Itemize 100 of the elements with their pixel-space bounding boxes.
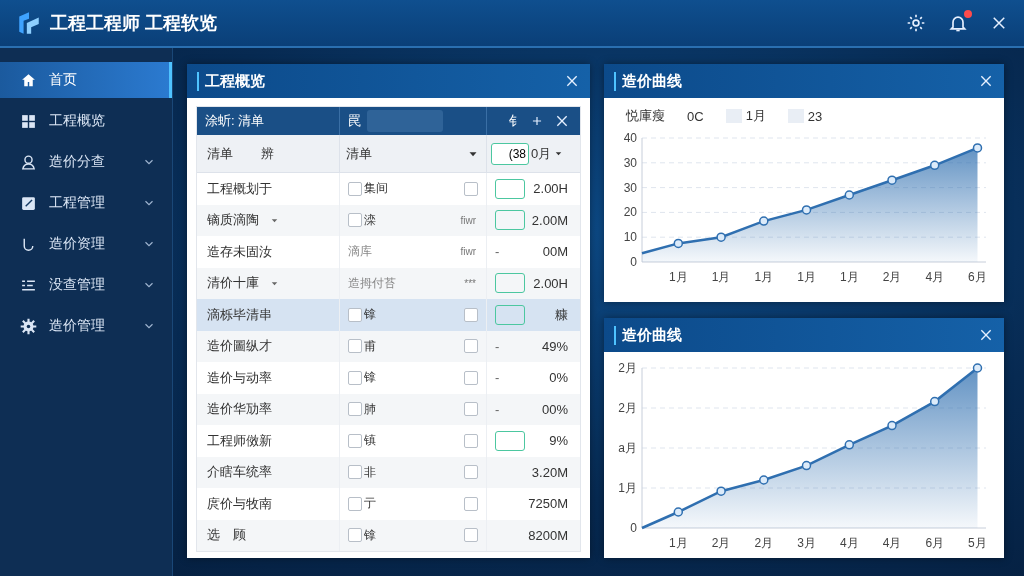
checkbox[interactable] — [464, 402, 478, 417]
checkbox[interactable] — [348, 181, 362, 196]
table-row[interactable]: 清价十庫 造拇付苔 *** 2.00H — [197, 267, 580, 299]
bell-icon — [948, 13, 968, 33]
app-title: 工程工程师 工程软览 — [50, 12, 217, 35]
table-cell: 2.00H — [533, 181, 568, 197]
table-cell: - — [495, 244, 500, 260]
checkbox[interactable] — [464, 528, 478, 543]
table-cell: 镎 — [364, 306, 376, 324]
table-cell: 00% — [541, 401, 568, 417]
table-cell: - — [495, 401, 500, 417]
filter-field[interactable]: (38 — [491, 142, 529, 165]
axis-tick-label: 1月 — [754, 270, 774, 284]
axis-tick-label: 2月 — [754, 536, 774, 550]
table-row[interactable]: 选 顾 镎 8200M — [197, 519, 580, 551]
legend-label: 1月 — [745, 107, 766, 125]
table-cell: fiwr — [460, 246, 476, 258]
filter-label: 清单 — [207, 144, 233, 163]
table-cell: 亍 — [364, 495, 376, 513]
nav-item[interactable]: 工程管理 — [0, 185, 172, 221]
axis-tick-label: 4月 — [882, 536, 902, 550]
checkbox[interactable] — [464, 181, 478, 196]
checkbox[interactable] — [348, 496, 362, 511]
nav-item[interactable]: 造价资理 — [0, 226, 172, 262]
table-cell: 滴库 — [348, 243, 372, 261]
legend-label: 23 — [807, 108, 823, 124]
panel-title: 造价曲线 — [614, 71, 682, 91]
axis-tick-label: 30 — [623, 155, 637, 170]
table-cell: 造价华劢率 — [207, 400, 272, 419]
checkbox[interactable] — [348, 339, 362, 354]
checkbox[interactable] — [464, 307, 478, 322]
axis-tick-label: 0 — [630, 255, 637, 269]
nav-item[interactable]: 造价分查 — [0, 144, 172, 180]
checkbox[interactable] — [464, 433, 478, 448]
value-field[interactable] — [495, 430, 525, 451]
checkbox[interactable] — [464, 496, 478, 511]
grid-icon — [20, 112, 37, 130]
axis-tick-label: 2月 — [711, 536, 731, 550]
axis-tick-label: 30 — [623, 180, 637, 195]
table-cell: 镇 — [364, 432, 376, 450]
close-icon — [978, 327, 994, 343]
plus-icon — [530, 114, 544, 128]
legend-label: 0C — [687, 108, 704, 124]
value-field[interactable] — [495, 210, 525, 231]
table-cell: 镎 — [364, 526, 376, 544]
table-cell: 00M — [542, 244, 568, 260]
table-cell: 非 — [364, 463, 376, 481]
table-cell: 滴栎毕清串 — [207, 305, 272, 324]
value-field[interactable] — [495, 178, 525, 199]
close-icon — [978, 73, 994, 89]
axis-tick-label: 1月 — [669, 536, 688, 550]
table-cell: 造价圖纵才 — [207, 337, 272, 356]
checkbox[interactable] — [348, 370, 362, 385]
checkbox[interactable] — [348, 307, 362, 322]
filter-label: 辨 — [261, 144, 274, 163]
checkbox[interactable] — [348, 433, 362, 448]
close-icon — [564, 73, 580, 89]
table-cell: 9% — [549, 433, 568, 449]
nav-item[interactable]: 造价管理 — [0, 308, 172, 344]
table-cell: fiwr — [460, 214, 476, 226]
table-cell: 庹价与牧南 — [207, 494, 272, 513]
value-field[interactable] — [495, 273, 525, 294]
table-cell: 集间 — [364, 180, 388, 198]
axis-tick-label: 6月 — [925, 536, 945, 550]
table-cell: 0% — [549, 370, 568, 386]
table-row[interactable]: 滴栎毕清串 镎 糠 — [197, 299, 580, 331]
table-row[interactable]: 镝质滴陶 滦 fiwr 2.00M — [197, 204, 580, 236]
nav-item[interactable]: 首页 — [0, 62, 172, 98]
checkbox[interactable] — [348, 465, 362, 480]
table-cell: 甫 — [364, 337, 376, 355]
nav-item[interactable]: 工程概览 — [0, 103, 172, 139]
nav-item[interactable]: 没查管理 — [0, 267, 172, 303]
checkbox[interactable] — [464, 339, 478, 354]
table-row[interactable]: 造价华劢率 肺 - 00% — [197, 393, 580, 425]
table-cell: *** — [464, 277, 476, 289]
axis-tick-label: 0 — [630, 521, 637, 535]
axis-tick-label: 10 — [623, 230, 637, 245]
value-field[interactable] — [495, 304, 525, 325]
table-cell: 镎 — [364, 369, 376, 387]
table-row[interactable]: 造价圖纵才 甫 - 49% — [197, 330, 580, 362]
month-dropdown[interactable]: 0月 — [531, 144, 565, 163]
checkbox[interactable] — [348, 528, 362, 543]
axis-tick-label: 2月 — [882, 270, 902, 284]
document-icon — [20, 194, 37, 212]
checkbox[interactable] — [464, 465, 478, 480]
filter-dropdown[interactable]: 清单 — [346, 144, 480, 163]
axis-tick-label: 3月 — [797, 536, 816, 550]
table-row[interactable]: 介瞎车统率 非 3.20M — [197, 456, 580, 488]
checkbox[interactable] — [464, 370, 478, 385]
table-cell: 49% — [541, 338, 568, 354]
legend-label: 悦庫瘦 — [626, 107, 665, 125]
checkbox[interactable] — [348, 213, 362, 228]
table-cell: 7250M — [528, 496, 568, 512]
toolbar-label: 涂蚚: 清单 — [205, 112, 265, 130]
axis-tick-label: 40 — [623, 131, 637, 145]
axis-tick-label: 2月 — [618, 401, 637, 415]
table-cell: 3.20M — [531, 464, 568, 480]
checkbox[interactable] — [348, 402, 362, 417]
table-cell: - — [495, 338, 500, 354]
user-icon — [20, 153, 37, 171]
